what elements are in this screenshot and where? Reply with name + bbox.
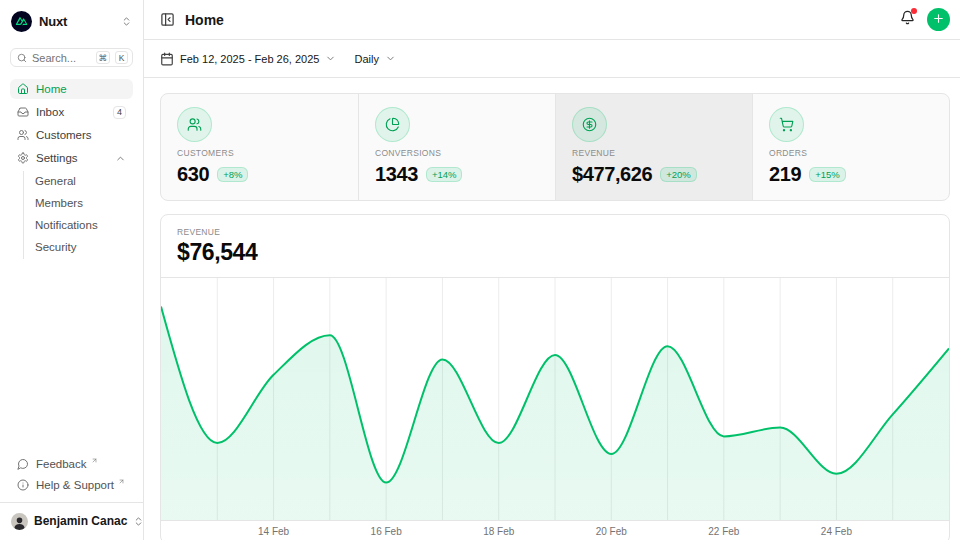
user-name: Benjamin Canac: [34, 514, 127, 528]
sidebar-subitem-members[interactable]: Members: [24, 193, 133, 213]
sidebar-item-label: Home: [36, 83, 67, 95]
chart-header: REVENUE $76,544: [161, 215, 949, 277]
sidebar-item-customers[interactable]: Customers: [10, 125, 133, 145]
info-circle-icon: [17, 479, 29, 491]
granularity-value: Daily: [354, 53, 378, 65]
chevron-down-icon: [325, 53, 336, 64]
chart-x-axis: 14 Feb 16 Feb 18 Feb 20 Feb 22 Feb 24 Feb: [161, 521, 949, 540]
stat-label: ORDERS: [769, 148, 933, 158]
stat-change-badge: +14%: [426, 167, 463, 182]
users-icon: [177, 107, 212, 142]
notification-dot: [911, 8, 917, 14]
users-icon: [17, 129, 29, 141]
sidebar-nav: Home Inbox 4 Customers Settings GeneralMember…: [10, 79, 133, 261]
stat-change-badge: +8%: [217, 167, 248, 182]
stat-label: REVENUE: [572, 148, 736, 158]
stat-card-customers[interactable]: CUSTOMERS 630 +8%: [161, 94, 358, 200]
cart-icon: [769, 107, 804, 142]
revenue-area-chart[interactable]: [161, 277, 949, 521]
revenue-chart-card: REVENUE $76,544 14 Feb 16 Feb 18 Feb 20 Feb…: [160, 214, 950, 540]
x-axis-label: 16 Feb: [371, 526, 402, 537]
sidebar-item-home[interactable]: Home: [10, 79, 133, 99]
filters-toolbar: Feb 12, 2025 - Feb 26, 2025 Daily: [144, 40, 960, 78]
home-icon: [17, 83, 29, 95]
sidebar: Nuxt Search... ⌘ K Home Inbox 4 Customers Se…: [0, 0, 144, 540]
avatar: [11, 513, 28, 530]
search-icon: [17, 53, 27, 63]
sidebar-spacer: [10, 261, 133, 453]
kbd-cmd: ⌘: [96, 51, 111, 64]
stat-value: 1343: [375, 163, 418, 186]
user-menu[interactable]: Benjamin Canac: [10, 510, 133, 532]
sidebar-footer-links: Feedback Help & Support: [10, 453, 133, 495]
stat-card-revenue[interactable]: REVENUE $477,626 +20%: [555, 94, 752, 200]
inbox-count-badge: 4: [113, 106, 126, 119]
workspace-switcher[interactable]: Nuxt: [10, 10, 133, 32]
search-input[interactable]: Search... ⌘ K: [10, 48, 133, 67]
workspace-name: Nuxt: [39, 14, 67, 29]
kbd-k: K: [115, 51, 128, 64]
main: Home Feb 12, 2025 - Feb 26, 2025 Daily C…: [144, 0, 960, 540]
sidebar-divider: [0, 502, 143, 503]
pie-chart-icon: [375, 107, 410, 142]
plus-icon: [932, 12, 945, 28]
sidebar-item-settings[interactable]: Settings: [10, 148, 133, 168]
chevron-down-icon: [385, 53, 396, 64]
calendar-icon: [160, 52, 174, 66]
notifications-button[interactable]: [900, 10, 915, 29]
chevrons-up-down-icon: [121, 16, 132, 27]
sidebar-subitem-general[interactable]: General: [24, 171, 133, 191]
sidebar-subnav: GeneralMembersNotificationsSecurity: [23, 171, 133, 259]
stat-card-conversions[interactable]: CONVERSIONS 1343 +14%: [358, 94, 555, 200]
chevrons-up-down-icon: [133, 516, 144, 527]
page-title: Home: [185, 12, 224, 28]
date-range-picker[interactable]: Feb 12, 2025 - Feb 26, 2025: [160, 52, 336, 66]
footer-link-feedback[interactable]: Feedback: [10, 453, 133, 474]
footer-link-help-support[interactable]: Help & Support: [10, 474, 133, 495]
header-actions: [900, 8, 950, 31]
sidebar-item-label: Inbox: [36, 106, 64, 118]
chat-bubble-icon: [17, 458, 29, 470]
nuxt-logo: [11, 11, 32, 32]
stat-label: CONVERSIONS: [375, 148, 539, 158]
sidebar-subitem-notifications[interactable]: Notifications: [24, 215, 133, 235]
chevron-up-icon: [115, 153, 126, 164]
external-link-icon: [91, 457, 98, 464]
x-axis-label: 18 Feb: [483, 526, 514, 537]
app: Nuxt Search... ⌘ K Home Inbox 4 Customers Se…: [0, 0, 960, 540]
chart-title: REVENUE: [177, 227, 933, 237]
content: CUSTOMERS 630 +8% CONVERSIONS 1343 +14% REVENU…: [144, 78, 960, 540]
stat-value: 219: [769, 163, 801, 186]
gear-icon: [17, 152, 29, 164]
date-range-value: Feb 12, 2025 - Feb 26, 2025: [180, 53, 319, 65]
dollar-circle-icon: [572, 107, 607, 142]
x-axis-label: 20 Feb: [596, 526, 627, 537]
sidebar-item-label: Settings: [36, 152, 78, 164]
sidebar-item-label: Customers: [36, 129, 92, 141]
stat-label: CUSTOMERS: [177, 148, 342, 158]
x-axis-label: 24 Feb: [821, 526, 852, 537]
collapse-sidebar-button[interactable]: [160, 12, 175, 27]
stat-change-badge: +20%: [660, 167, 697, 182]
x-axis-label: 22 Feb: [708, 526, 739, 537]
chart-total: $76,544: [177, 240, 933, 265]
sidebar-subitem-security[interactable]: Security: [24, 237, 133, 257]
external-link-icon: [118, 478, 125, 485]
inbox-icon: [17, 106, 29, 118]
stat-card-orders[interactable]: ORDERS 219 +15%: [752, 94, 949, 200]
footer-link-label: Help & Support: [36, 479, 114, 491]
search-placeholder: Search...: [32, 52, 91, 64]
page-header: Home: [144, 0, 960, 40]
stat-value: $477,626: [572, 163, 652, 186]
x-axis-label: 14 Feb: [258, 526, 289, 537]
add-button[interactable]: [927, 8, 950, 31]
sidebar-item-inbox[interactable]: Inbox 4: [10, 102, 133, 122]
stats-row: CUSTOMERS 630 +8% CONVERSIONS 1343 +14% REVENU…: [160, 93, 950, 201]
footer-link-label: Feedback: [36, 458, 87, 470]
stat-change-badge: +15%: [809, 167, 846, 182]
stat-value: 630: [177, 163, 209, 186]
granularity-select[interactable]: Daily: [354, 53, 395, 65]
